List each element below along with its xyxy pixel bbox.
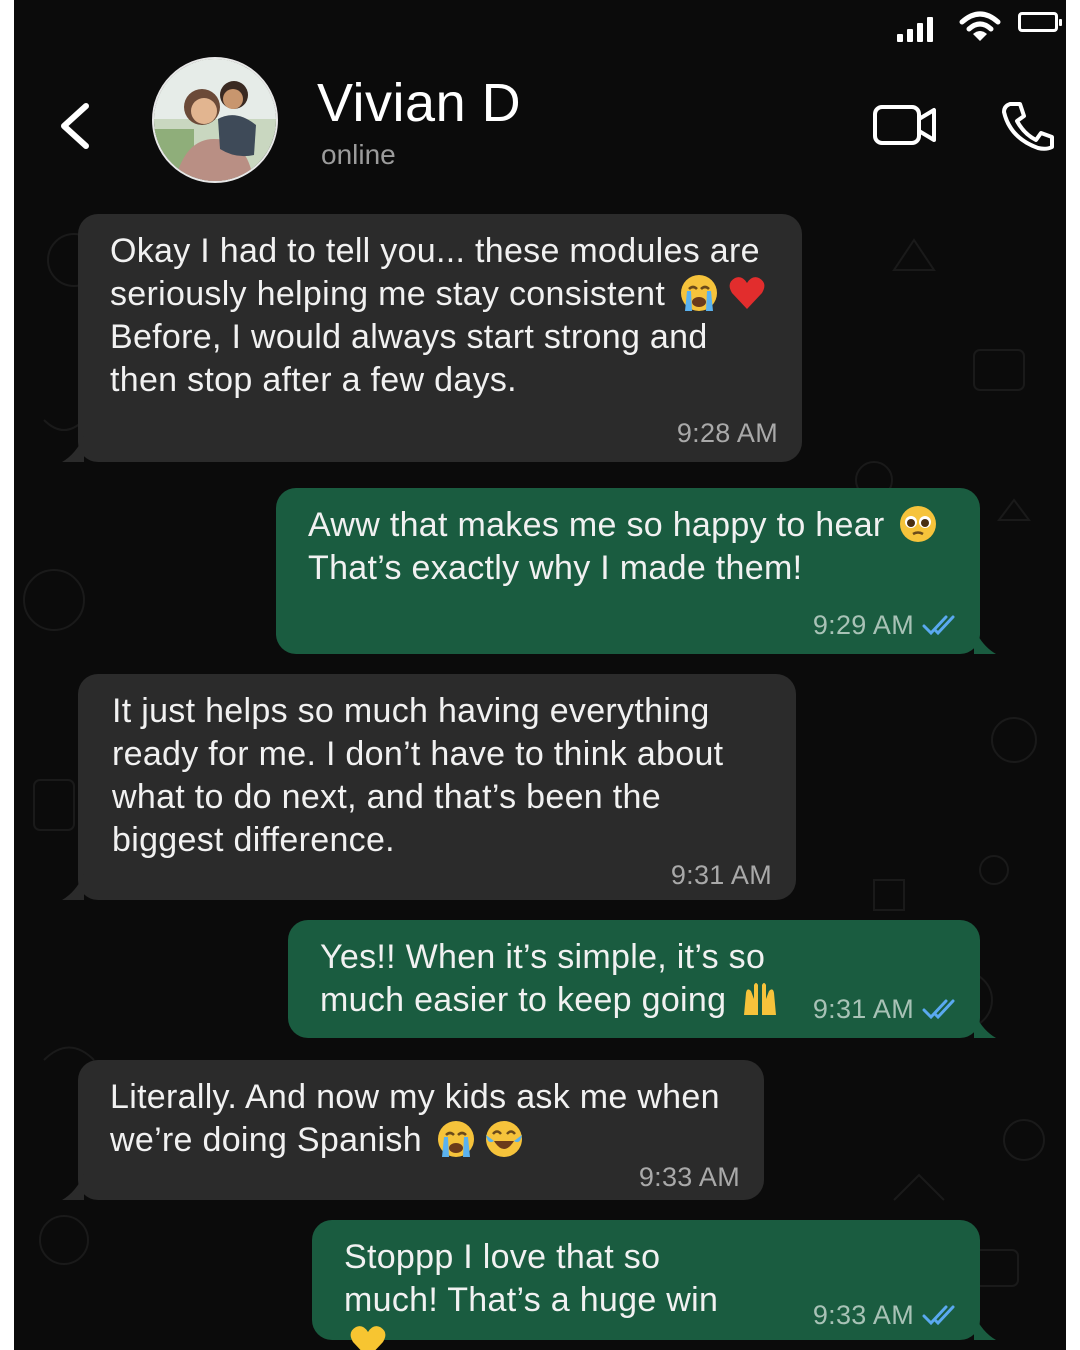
contact-photo [154, 59, 276, 181]
contact-status: online [321, 139, 396, 170]
message-bubble-incoming[interactable]: It just helps so much having everything … [62, 674, 796, 900]
message-text: Aww that makes me so happy to hear [308, 506, 885, 544]
back-chevron-icon[interactable] [54, 100, 94, 152]
red-heart-icon [729, 277, 765, 309]
loudly-crying-face-icon [437, 1121, 474, 1157]
message-meta: 9:31 AM [671, 860, 772, 890]
message-meta: 9:28 AM [677, 418, 778, 448]
message-meta: 9:33 AM [813, 1300, 958, 1330]
message-text: Okay I had to tell you... these modules … [110, 232, 760, 313]
chat-screen: Vivian D online Okay I had to tell you..… [14, 0, 1066, 1350]
video-call-icon[interactable] [872, 102, 938, 148]
message-meta: 9:31 AM [813, 994, 958, 1024]
avatar[interactable] [152, 57, 278, 183]
message-text-continued: That’s exactly why I made them! [308, 549, 803, 587]
pleading-face-icon [900, 506, 937, 542]
face-with-tears-of-joy-icon [485, 1121, 522, 1157]
message-text: Yes!! When it’s simple, it’s so much eas… [320, 938, 766, 1019]
wifi-icon [959, 11, 1001, 41]
message-time: 9:33 AM [638, 1162, 740, 1192]
message-time: 9:31 AM [812, 994, 914, 1024]
bubble-tail [974, 1012, 996, 1038]
loudly-crying-face-icon [680, 275, 717, 311]
phone-call-icon[interactable] [1000, 100, 1056, 152]
message-bubble-outgoing[interactable]: Aww that makes me so happy to hear That’… [276, 488, 996, 654]
bubble-tail [62, 436, 84, 462]
message-meta: 9:29 AM [813, 610, 958, 640]
double-check-icon [922, 615, 955, 636]
double-check-icon [922, 1305, 955, 1326]
message-bubble-outgoing[interactable]: Yes!! When it’s simple, it’s so much eas… [288, 920, 996, 1038]
message-text-continued: Before, I would always start strong and … [110, 318, 708, 399]
message-time: 9:31 AM [670, 860, 772, 890]
bubble-tail [62, 874, 84, 900]
signal-bars-icon [897, 14, 941, 42]
bubble-tail [974, 1314, 996, 1340]
battery-icon [1018, 12, 1062, 32]
message-text: Literally. And now my kids ask me when w… [110, 1078, 720, 1159]
message-time: 9:28 AM [676, 418, 778, 448]
message-bubble-incoming[interactable]: Literally. And now my kids ask me when w… [62, 1060, 764, 1200]
message-text: Stoppp I love that so much! That’s a hug… [344, 1238, 719, 1319]
message-bubble-outgoing[interactable]: Stoppp I love that so much! That’s a hug… [312, 1220, 996, 1350]
message-time: 9:33 AM [812, 1300, 914, 1330]
message-time: 9:29 AM [812, 610, 914, 640]
bubble-tail [62, 1174, 84, 1200]
bubble-tail [974, 628, 996, 654]
contact-name[interactable]: Vivian D [317, 70, 521, 136]
message-text: It just helps so much having everything … [112, 692, 724, 859]
message-meta: 9:33 AM [639, 1162, 740, 1192]
message-bubble-incoming[interactable]: Okay I had to tell you... these modules … [62, 214, 802, 462]
yellow-heart-icon [350, 1326, 386, 1350]
raising-hands-icon [744, 983, 777, 1015]
double-check-icon [922, 999, 955, 1020]
